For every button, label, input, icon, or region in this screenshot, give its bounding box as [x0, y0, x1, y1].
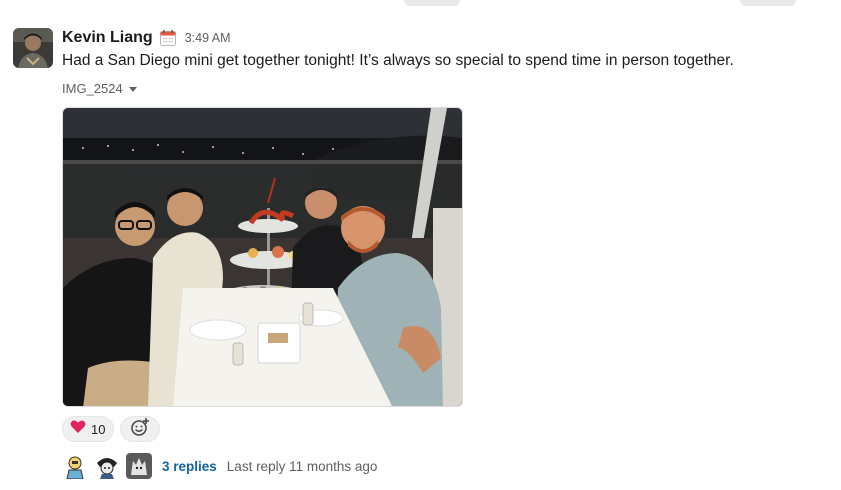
add-emoji-icon — [130, 417, 150, 442]
message-timestamp[interactable]: 3:49 AM — [185, 31, 231, 45]
reactions-bar: 10 — [62, 416, 161, 442]
reply-avatar-2 — [94, 453, 120, 479]
message-text: Had a San Diego mini get together tonigh… — [62, 52, 734, 69]
caret-down-icon — [128, 86, 137, 92]
replies-link[interactable]: 3 replies — [162, 459, 217, 474]
last-reply-text: Last reply 11 months ago — [226, 458, 378, 474]
reaction-count: 10 — [91, 421, 106, 437]
heart-icon — [70, 419, 86, 439]
attachment-toggle[interactable]: IMG_2524 — [62, 81, 137, 96]
thread-summary[interactable]: 3 replies Last reply 11 months ago — [62, 453, 377, 479]
sender-avatar[interactable] — [13, 28, 53, 68]
reaction-heart[interactable]: 10 — [62, 416, 115, 442]
calendar-icon — [159, 29, 177, 47]
attached-photo[interactable] — [62, 107, 463, 407]
attachment-name: IMG_2524 — [62, 81, 123, 96]
message-header: Kevin Liang 3:49 AM — [62, 26, 231, 50]
reply-avatar-3 — [126, 453, 152, 479]
sender-name[interactable]: Kevin Liang — [62, 29, 153, 47]
reply-avatar-1 — [62, 453, 88, 479]
message: Kevin Liang 3:49 AM Had a San Diego mini… — [0, 0, 841, 490]
add-reaction-button[interactable] — [120, 416, 161, 442]
